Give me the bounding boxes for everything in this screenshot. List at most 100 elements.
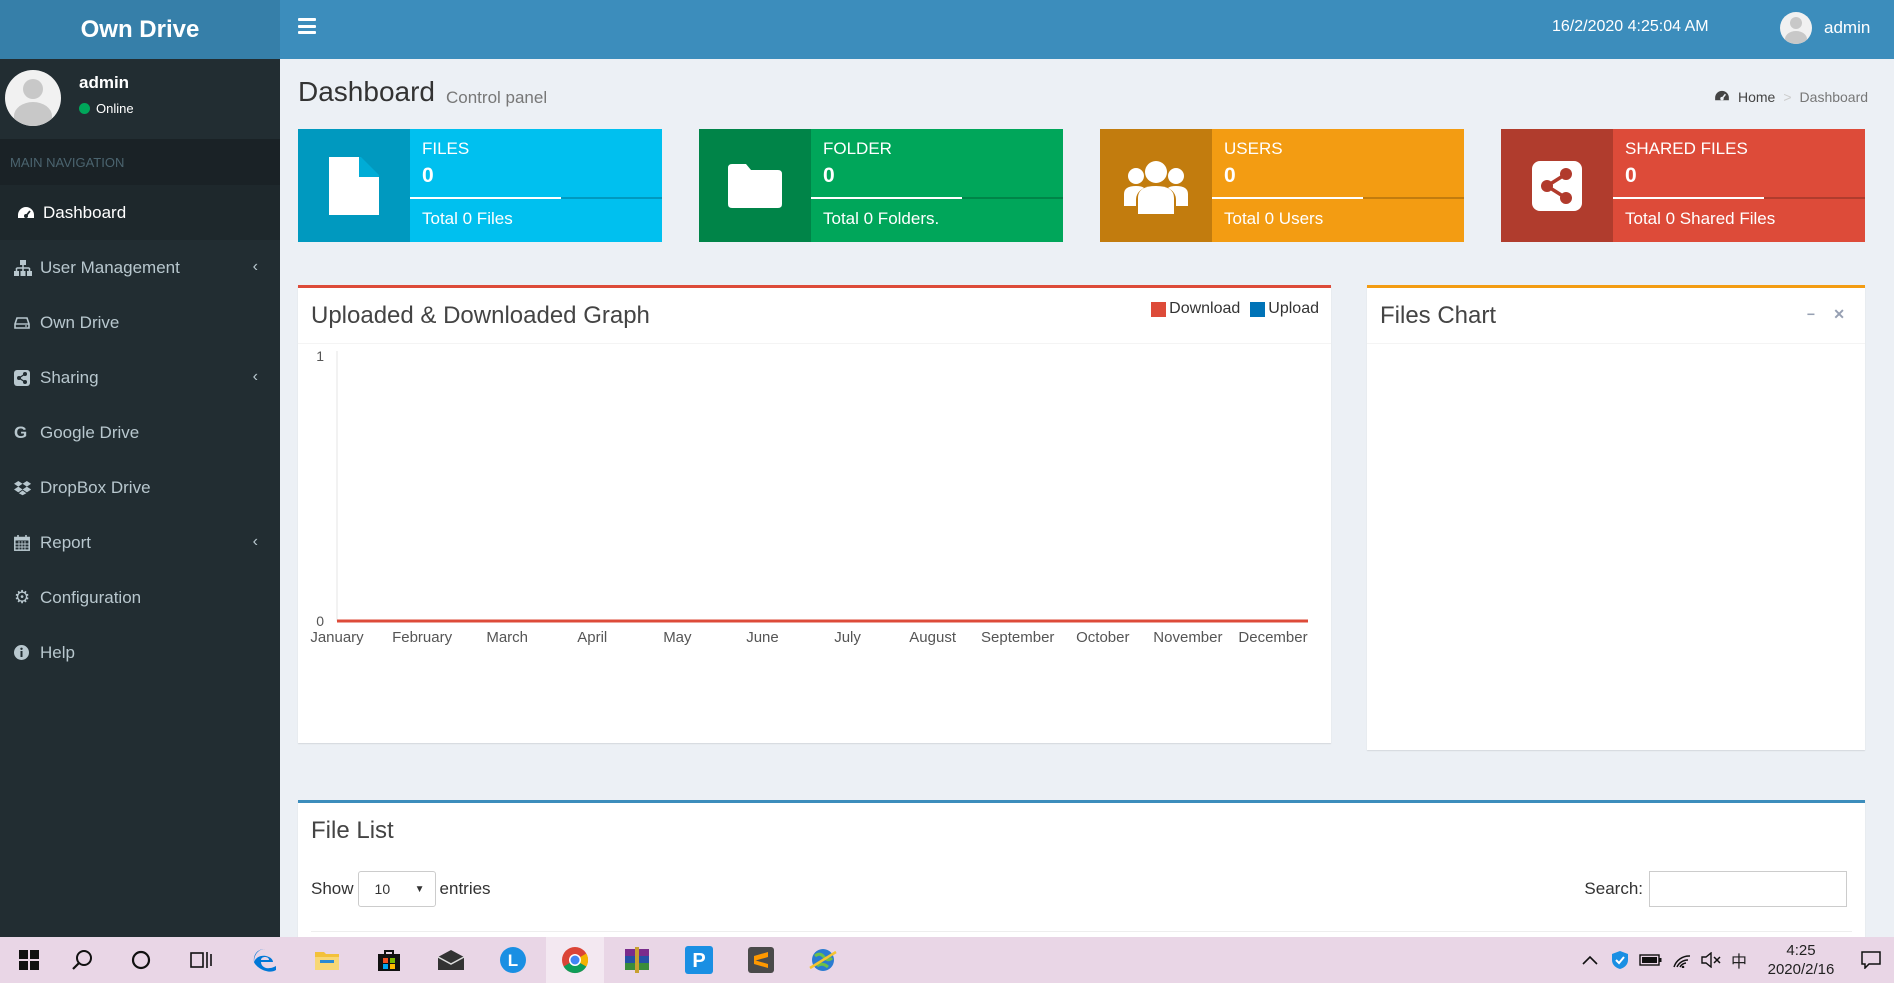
- x-tick-label: December: [1238, 629, 1307, 646]
- app-l-icon[interactable]: L: [484, 937, 542, 983]
- file-icon: [298, 129, 410, 242]
- sidebar-item-sharing[interactable]: Sharing ‹: [0, 350, 280, 405]
- x-tick-label: August: [909, 629, 957, 646]
- sidebar-nav: Dashboard User Management ‹ Own Drive Sh…: [0, 185, 280, 680]
- search-icon[interactable]: [54, 937, 112, 983]
- app-p-icon[interactable]: P: [670, 937, 728, 983]
- x-tick-label: January: [310, 629, 364, 646]
- x-tick-label: June: [746, 629, 779, 646]
- nav-header: MAIN NAVIGATION: [0, 139, 280, 185]
- info-box-description: Total 0 Shared Files: [1625, 209, 1776, 228]
- sidebar-item-label: Help: [40, 642, 75, 662]
- info-box-description: Total 0 Users: [1224, 209, 1324, 228]
- volume-muted-icon[interactable]: [1698, 937, 1724, 983]
- sidebar-item-configuration[interactable]: ⚙ Configuration: [0, 570, 280, 625]
- task-view-icon[interactable]: [172, 937, 230, 983]
- search-input[interactable]: [1649, 871, 1847, 907]
- folder-icon: [699, 129, 811, 242]
- sidebar-item-report[interactable]: Report ‹: [0, 515, 280, 570]
- file-explorer-icon[interactable]: [298, 937, 356, 983]
- line-chart: 0 1 January February March April May June July Au…: [310, 348, 1308, 646]
- sidebar-item-user-management[interactable]: User Management ‹: [0, 240, 280, 295]
- close-button[interactable]: ✕: [1833, 306, 1845, 323]
- edge-icon[interactable]: [236, 937, 294, 983]
- x-tick-label: March: [486, 629, 528, 646]
- sidebar-item-dashboard[interactable]: Dashboard: [0, 185, 280, 240]
- calendar-icon: [14, 534, 40, 551]
- app-logo[interactable]: Own Drive: [0, 0, 280, 59]
- info-box-label: FILES: [422, 139, 470, 158]
- legend-item-download: Download: [1151, 300, 1240, 318]
- dashboard-icon: [17, 206, 43, 220]
- chevron-left-icon: ‹: [252, 258, 258, 275]
- x-tick-label: July: [834, 629, 861, 646]
- page-title: Dashboard: [298, 76, 435, 107]
- sidebar-item-label: Google Drive: [40, 422, 140, 442]
- y-tick-label: 1: [316, 348, 324, 364]
- wifi-icon[interactable]: [1668, 937, 1696, 983]
- sidebar-item-google-drive[interactable]: G Google Drive: [0, 405, 280, 460]
- sidebar-item-own-drive[interactable]: Own Drive: [0, 295, 280, 350]
- x-tick-label: February: [392, 629, 453, 646]
- x-tick-label: May: [663, 629, 692, 646]
- x-tick-label: September: [981, 629, 1054, 646]
- cortana-icon[interactable]: [112, 937, 170, 983]
- progress-bar: [811, 197, 1063, 199]
- sublime-icon[interactable]: [732, 937, 790, 983]
- windows-start-icon[interactable]: [0, 937, 58, 983]
- files-chart-title: Files Chart: [1380, 302, 1497, 329]
- info-box-description: Total 0 Files: [422, 209, 513, 228]
- taskbar-clock[interactable]: 4:25 2020/2/16: [1756, 941, 1846, 979]
- sidebar-item-dropbox-drive[interactable]: DropBox Drive: [0, 460, 280, 515]
- chevron-left-icon: ‹: [252, 368, 258, 385]
- y-tick-label: 0: [316, 613, 324, 629]
- top-navbar: 16/2/2020 4:25:04 AM admin: [280, 0, 1894, 59]
- entries-select[interactable]: 10 ▼: [357, 871, 436, 907]
- x-tick-label: April: [577, 629, 607, 646]
- info-box-number: 0: [823, 164, 835, 187]
- table-search: Search:: [1584, 871, 1847, 907]
- sitemap-icon: [14, 259, 40, 276]
- share-icon: [1501, 129, 1613, 242]
- security-shield-icon[interactable]: [1606, 937, 1634, 983]
- user-menu[interactable]: admin: [1780, 12, 1870, 44]
- winrar-icon[interactable]: [608, 937, 666, 983]
- collapse-button[interactable]: −: [1807, 306, 1815, 322]
- taskbar-date: 2020/2/16: [1767, 961, 1835, 978]
- legend-item-upload: Upload: [1250, 300, 1319, 318]
- battery-icon[interactable]: [1636, 937, 1666, 983]
- mail-icon[interactable]: [422, 937, 480, 983]
- info-box-users: USERS 0 Total 0 Users: [1100, 129, 1464, 242]
- info-box-number: 0: [1224, 164, 1236, 187]
- progress-bar: [1613, 197, 1865, 199]
- svg-text:L: L: [508, 951, 518, 970]
- breadcrumb-home-link[interactable]: Home: [1738, 89, 1775, 105]
- store-icon[interactable]: [360, 937, 418, 983]
- ime-indicator[interactable]: 中: [1726, 937, 1752, 983]
- google-icon: G: [14, 422, 28, 442]
- dashboard-icon: [1714, 89, 1730, 105]
- avatar: [1780, 12, 1812, 44]
- header-datetime: 16/2/2020 4:25:04 AM: [1552, 18, 1709, 35]
- share-square-icon: [14, 369, 40, 386]
- notification-icon[interactable]: [1856, 937, 1886, 983]
- legend-swatch: [1250, 301, 1266, 317]
- svg-text:P: P: [692, 950, 705, 972]
- windows-taskbar: L P 中 4:25 2020/2/16: [0, 937, 1894, 983]
- sidebar-toggle-icon[interactable]: [298, 18, 316, 34]
- progress-bar: [410, 197, 662, 199]
- progress-bar: [1212, 197, 1464, 199]
- sidebar-item-label: Dashboard: [43, 202, 127, 222]
- network-globe-icon[interactable]: [794, 937, 852, 983]
- info-box-label: SHARED FILES: [1625, 139, 1748, 158]
- file-list-panel: File List Show 10 ▼ entries Search:: [298, 800, 1865, 937]
- entries-length-control: Show 10 ▼ entries: [311, 871, 491, 907]
- breadcrumb-current: Dashboard: [1799, 89, 1869, 105]
- info-box-description: Total 0 Folders.: [823, 209, 940, 228]
- chrome-icon[interactable]: [546, 937, 604, 983]
- avatar: [5, 70, 61, 126]
- sidebar-item-help[interactable]: Help: [0, 625, 280, 680]
- show-hidden-icons-icon[interactable]: [1578, 937, 1602, 983]
- breadcrumb: Home > Dashboard: [1714, 89, 1868, 105]
- status-badge: Online: [79, 101, 134, 116]
